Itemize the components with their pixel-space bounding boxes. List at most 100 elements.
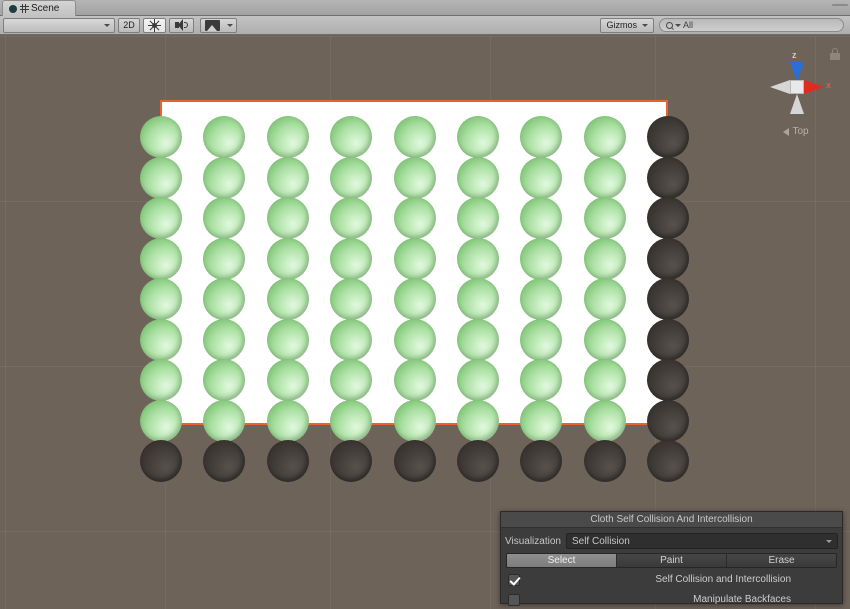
draw-mode-dropdown[interactable]: [3, 17, 115, 33]
cloth-particle[interactable]: [520, 440, 563, 482]
cloth-particle[interactable]: [203, 440, 246, 482]
perspective-arrow-icon: [783, 127, 790, 136]
cloth-particle-selected[interactable]: [583, 116, 626, 158]
cloth-particle[interactable]: [330, 440, 373, 482]
cloth-particle-selected[interactable]: [203, 318, 246, 361]
cloth-particle-selected[interactable]: [203, 156, 246, 199]
axis-x-cone[interactable]: [804, 80, 824, 94]
cloth-particle-selected[interactable]: [393, 399, 436, 442]
audio-toggle-button[interactable]: [169, 17, 194, 33]
tool-mode-paint-button[interactable]: Paint: [617, 554, 727, 567]
cloth-particle-selected[interactable]: [140, 156, 182, 199]
cloth-particle-selected[interactable]: [140, 278, 182, 320]
cloth-particle-selected[interactable]: [520, 156, 563, 199]
cloth-particle-selected[interactable]: [266, 237, 309, 280]
lock-icon[interactable]: [830, 48, 840, 60]
cloth-particle-selected[interactable]: [140, 399, 182, 442]
cloth-particle-selected[interactable]: [583, 156, 626, 199]
fx-toggle-button[interactable]: [200, 17, 224, 33]
cloth-particle-selected[interactable]: [457, 156, 499, 199]
cloth-particle-selected[interactable]: [583, 318, 626, 361]
sun-icon: [148, 18, 161, 32]
cloth-particle[interactable]: [647, 197, 690, 239]
cloth-particle-selected[interactable]: [266, 156, 309, 199]
cloth-particle-selected[interactable]: [266, 359, 309, 401]
cloth-particle-selected[interactable]: [393, 116, 436, 158]
cloth-particle-selected[interactable]: [140, 197, 182, 239]
cloth-particle[interactable]: [266, 440, 309, 482]
cloth-particle-selected[interactable]: [583, 197, 626, 239]
cloth-particle-selected[interactable]: [457, 197, 499, 239]
tool-mode-select-button[interactable]: Select: [507, 554, 617, 567]
cloth-particle-selected[interactable]: [330, 359, 373, 401]
cloth-particle-selected[interactable]: [266, 197, 309, 239]
cloth-particle-selected[interactable]: [330, 318, 373, 361]
gizmos-dropdown-button[interactable]: Gizmos: [600, 17, 654, 33]
cloth-particle-selected[interactable]: [140, 318, 182, 361]
cloth-particle-selected[interactable]: [140, 237, 182, 280]
cloth-particle-selected[interactable]: [330, 237, 373, 280]
cloth-particle[interactable]: [647, 318, 690, 361]
cloth-particle-selected[interactable]: [520, 318, 563, 361]
cloth-particle-selected[interactable]: [203, 399, 246, 442]
visualization-dropdown[interactable]: Self Collision: [565, 533, 838, 549]
cloth-particle-selected[interactable]: [393, 197, 436, 239]
cloth-particle-selected[interactable]: [393, 237, 436, 280]
cloth-particle-selected[interactable]: [393, 156, 436, 199]
cloth-particle[interactable]: [647, 359, 690, 401]
search-input[interactable]: All: [659, 18, 844, 32]
camera-view-toggle[interactable]: Top: [748, 126, 844, 137]
cloth-particle-selected[interactable]: [140, 116, 182, 158]
2d-toggle-button[interactable]: 2D: [118, 17, 140, 33]
cloth-particle[interactable]: [647, 116, 690, 158]
cloth-particle-selected[interactable]: [393, 318, 436, 361]
cloth-particle-selected[interactable]: [520, 237, 563, 280]
cloth-particle-selected[interactable]: [457, 359, 499, 401]
scene-axis-gizmo[interactable]: z x Top: [748, 42, 844, 152]
cloth-particle-selected[interactable]: [266, 399, 309, 442]
cloth-particle[interactable]: [647, 237, 690, 280]
checkbox-checked[interactable]: [508, 573, 520, 586]
cloth-particle-selected[interactable]: [457, 399, 499, 442]
cloth-particle-selected[interactable]: [457, 278, 499, 320]
cloth-particle-selected[interactable]: [330, 156, 373, 199]
cloth-particle-selected[interactable]: [583, 399, 626, 442]
cloth-particle-selected[interactable]: [330, 197, 373, 239]
cloth-particle-selected[interactable]: [330, 116, 373, 158]
cloth-self-collision-panel: Cloth Self Collision And Intercollision …: [500, 511, 843, 606]
cloth-particle-selected[interactable]: [393, 359, 436, 401]
cloth-particle-selected[interactable]: [266, 318, 309, 361]
checkbox-unchecked[interactable]: [508, 593, 520, 606]
cloth-particle-selected[interactable]: [140, 359, 182, 401]
cloth-particle[interactable]: [393, 440, 436, 482]
fx-dropdown-button[interactable]: [224, 17, 237, 33]
cloth-particle-selected[interactable]: [266, 116, 309, 158]
axis-negz-cone[interactable]: [790, 94, 804, 114]
cloth-particle-selected[interactable]: [583, 237, 626, 280]
cloth-particle-selected[interactable]: [457, 116, 499, 158]
cloth-particle[interactable]: [140, 440, 182, 482]
lighting-toggle-button[interactable]: [143, 17, 166, 33]
cloth-particle-selected[interactable]: [393, 278, 436, 320]
window-menu-handle[interactable]: [832, 4, 848, 6]
cloth-particle[interactable]: [583, 440, 626, 482]
cloth-particle[interactable]: [647, 440, 690, 482]
cloth-particle-selected[interactable]: [266, 278, 309, 320]
axis-z-cone[interactable]: [790, 62, 804, 82]
axis-center-cube[interactable]: [790, 80, 804, 94]
axis-negx-cone[interactable]: [770, 80, 790, 94]
cloth-particle-selected[interactable]: [330, 278, 373, 320]
cloth-particle-selected[interactable]: [457, 318, 499, 361]
cloth-particle[interactable]: [647, 278, 690, 320]
cloth-particle-selected[interactable]: [583, 359, 626, 401]
cloth-particle-selected[interactable]: [203, 237, 246, 280]
cloth-particle[interactable]: [457, 440, 499, 482]
cloth-particle-selected[interactable]: [330, 399, 373, 442]
cloth-particle-selected[interactable]: [583, 278, 626, 320]
cloth-particle-selected[interactable]: [457, 237, 499, 280]
tab-scene[interactable]: Scene: [2, 0, 77, 16]
cloth-particle[interactable]: [647, 399, 690, 442]
cloth-particle-selected[interactable]: [520, 399, 563, 442]
tool-mode-erase-button[interactable]: Erase: [727, 554, 836, 567]
cloth-particle[interactable]: [647, 156, 690, 199]
